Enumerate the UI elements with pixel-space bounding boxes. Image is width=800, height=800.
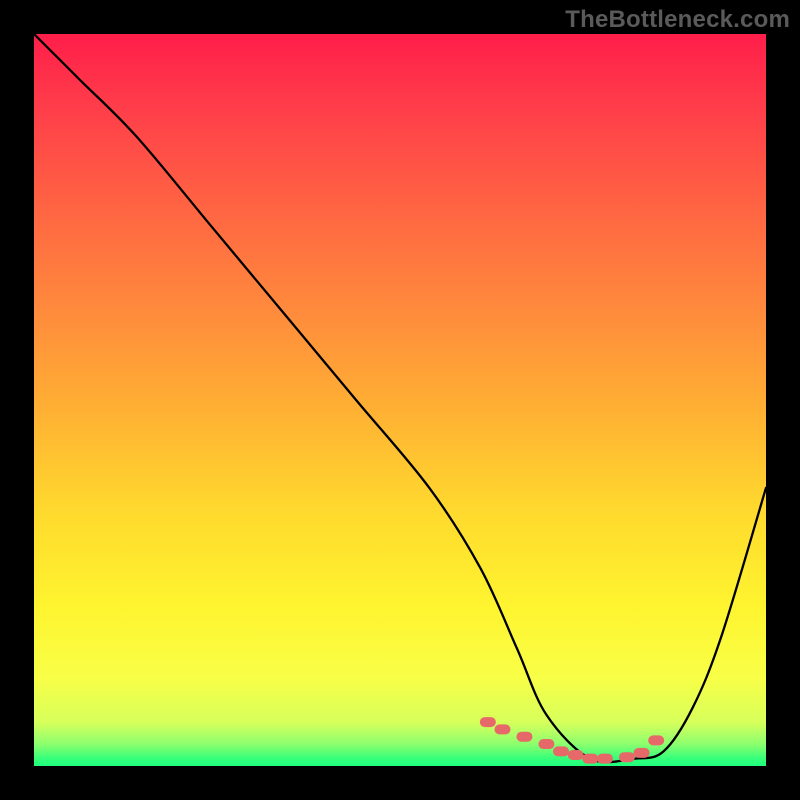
curve-marker: [597, 754, 613, 764]
curve-marker: [648, 735, 664, 745]
curve-marker: [619, 752, 635, 762]
watermark-text: TheBottleneck.com: [565, 6, 790, 34]
curve-marker: [480, 717, 496, 727]
curve-marker: [582, 754, 598, 764]
curve-marker: [494, 724, 510, 734]
curve-marker: [568, 750, 584, 760]
curve-markers: [480, 717, 664, 764]
curve-marker: [538, 739, 554, 749]
curve-marker: [516, 732, 532, 742]
curve-marker: [634, 748, 650, 758]
bottleneck-curve-line: [34, 34, 766, 762]
bottleneck-curve-svg: [34, 34, 766, 766]
chart-plot-area: [34, 34, 766, 766]
curve-marker: [553, 746, 569, 756]
